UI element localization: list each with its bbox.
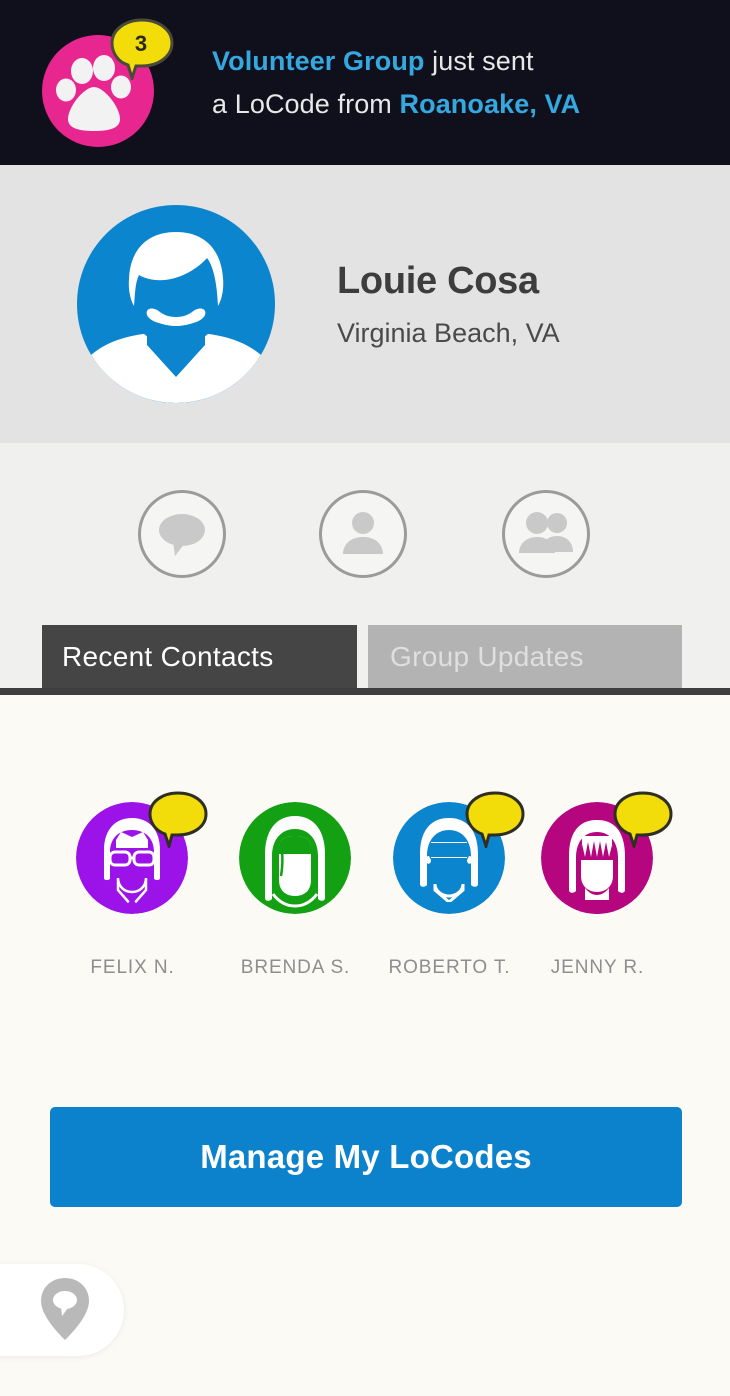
tab-recent-contacts[interactable]: Recent Contacts xyxy=(42,625,357,689)
banner-message: Volunteer Group just sent a LoCode from … xyxy=(212,40,580,126)
male-avatar-icon xyxy=(91,232,261,403)
tab-recent-contacts-label: Recent Contacts xyxy=(62,641,274,672)
contact-name: FELIX N. xyxy=(90,957,175,978)
groups-button[interactable] xyxy=(502,490,590,578)
notification-banner[interactable]: 3 Volunteer Group just sent a LoCode fro… xyxy=(0,0,730,165)
contact-item[interactable]: BRENDA S. xyxy=(218,795,373,979)
profile-button[interactable] xyxy=(319,490,407,578)
banner-line-1: Volunteer Group just sent xyxy=(212,40,580,83)
contact-avatar-wrap xyxy=(520,791,675,914)
contact-badge-icon xyxy=(613,791,673,848)
map-pin-chat-icon xyxy=(41,1278,89,1340)
contact-name: ROBERTO T. xyxy=(388,957,511,978)
app-root: 3 Volunteer Group just sent a LoCode fro… xyxy=(0,0,730,1396)
action-bar xyxy=(0,443,730,621)
contact-avatar-wrap xyxy=(218,795,373,914)
banner-location: Roanoake, VA xyxy=(399,88,581,119)
contact-name: BRENDA S. xyxy=(240,957,351,978)
tab-group-updates[interactable]: Group Updates xyxy=(368,625,682,689)
person-longhair-avatar-icon xyxy=(239,802,351,914)
badge-count: 3 xyxy=(134,30,148,56)
avatar[interactable] xyxy=(77,205,275,403)
profile-location: Virginia Beach, VA xyxy=(337,318,560,348)
contact-item[interactable]: JENNY R. xyxy=(520,791,675,979)
chat-bubble-icon xyxy=(159,514,205,556)
tab-bar: Recent Contacts Group Updates xyxy=(0,621,730,694)
banner-line-2: a LoCode from Roanoake, VA xyxy=(212,83,580,126)
page-title: Louie Cosa xyxy=(337,260,539,302)
contact-name: JENNY R. xyxy=(550,957,645,978)
banner-line2-prefix: a LoCode from xyxy=(212,88,400,119)
person-icon xyxy=(343,512,383,554)
recent-contacts-list: FELIX N. BRENDA S. ROBERTO T. JENNY R. xyxy=(0,695,730,1035)
contact-avatar-brenda xyxy=(239,802,351,914)
profile-header: Louie Cosa Virginia Beach, VA xyxy=(0,165,730,443)
banner-group-name: Volunteer Group xyxy=(212,45,425,76)
manage-locodes-button[interactable]: Manage My LoCodes xyxy=(50,1107,682,1207)
contact-item[interactable]: FELIX N. xyxy=(55,791,210,979)
contact-avatar-wrap xyxy=(372,791,527,914)
profile-details: Louie Cosa Virginia Beach, VA xyxy=(337,258,560,350)
contact-avatar-wrap xyxy=(55,791,210,914)
contact-badge-icon xyxy=(148,791,208,848)
banner-icon-group: 3 xyxy=(30,13,190,153)
banner-line1-suffix: just sent xyxy=(424,45,534,76)
messages-button[interactable] xyxy=(138,490,226,578)
contact-item[interactable]: ROBERTO T. xyxy=(372,791,527,979)
tab-group-updates-label: Group Updates xyxy=(390,641,584,672)
tab-underline xyxy=(0,688,730,695)
people-group-icon xyxy=(519,512,573,553)
